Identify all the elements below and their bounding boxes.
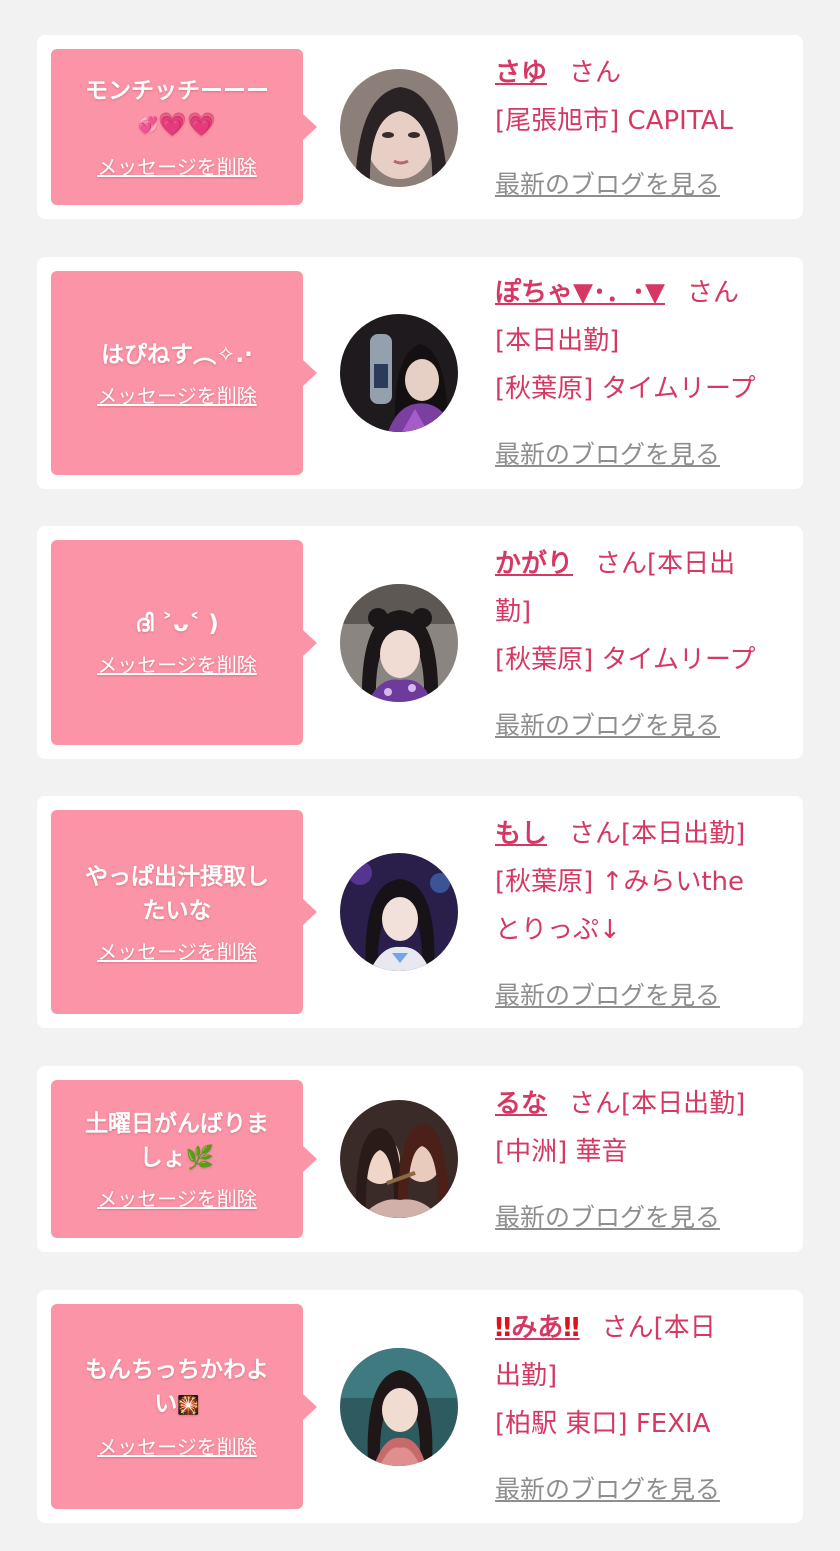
favorite-card: モンチッチーーー 💞💗💗 メッセージを削除 さゆ さん [尾張旭市] CAPITA… [37,35,803,219]
latest-blog-link[interactable]: 最新のブログを見る [495,1470,720,1506]
message-text: モンチッチーーー 💞💗💗 [85,78,269,139]
shop-info: [尾張旭市] CAPITAL [495,106,733,136]
shop-info: [秋葉原] ↑みらいthe [495,867,745,897]
delete-message-link[interactable]: メッセージを削除 [97,649,257,678]
favorite-card: もんちっちかわよ い🎇 メッセージを削除 ‼みあ‼ さん[本日 出勤] [柏駅 東口… [37,1290,803,1523]
cast-name-link[interactable]: ぽちゃ▼･．･▼ [495,278,665,308]
avatar[interactable] [340,584,458,702]
avatar[interactable] [340,1348,458,1466]
avatar[interactable] [340,69,458,187]
delete-message-link[interactable]: メッセージを削除 [97,1183,257,1212]
favorite-card: 土曜日がんばりま しょ🌿 メッセージを削除 るな さん[本日出勤] [中洲] 華音 … [37,1066,803,1252]
cast-name-link[interactable]: かがり [495,549,573,579]
message-bubble: ദി ˃ᴗ˂ ) メッセージを削除 [51,540,317,745]
honorific: さん[本日出勤] [569,819,746,849]
heart-icon: 💗💗 [158,112,216,139]
honorific: さん [569,58,622,88]
message-bubble: モンチッチーーー 💞💗💗 メッセージを削除 [51,49,317,205]
message-bubble: はぴねす︵✧.· メッセージを削除 [51,271,317,475]
message-bubble: やっぱ出汁摂取し たいな メッセージを削除 [51,810,317,1014]
message-bubble: もんちっちかわよ い🎇 メッセージを削除 [51,1304,317,1509]
shop-info: [中洲] 華音 [495,1137,628,1167]
delete-message-link[interactable]: メッセージを削除 [97,151,257,180]
latest-blog-link[interactable]: 最新のブログを見る [495,165,720,201]
message-text: ദി ˃ᴗ˂ ) [135,611,219,637]
shop-info: [柏駅 東口] FEXIA [495,1409,711,1439]
shop-info: [秋葉原] タイムリープ [495,645,756,675]
avatar[interactable] [340,1100,458,1218]
shop-info: [秋葉原] タイムリープ [495,374,756,404]
cast-name-link[interactable]: るな [495,1089,547,1119]
cast-info: もし さん[本日出勤] [秋葉原] ↑みらいthe とりっぷ↓ [495,810,791,954]
honorific: さん[本日出勤] [569,1089,746,1119]
status-text: 勤] [495,597,532,627]
message-text: 土曜日がんばりま しょ🌿 [85,1110,269,1171]
cast-info: かがり さん[本日出 勤] [秋葉原] タイムリープ [495,540,791,684]
honorific: さん[本日 [601,1313,716,1343]
message-text: やっぱ出汁摂取し たいな [85,863,269,924]
message-text: はぴねす︵✧.· [101,341,253,368]
delete-message-link[interactable]: メッセージを削除 [97,936,257,965]
message-bubble: 土曜日がんばりま しょ🌿 メッセージを削除 [51,1080,317,1238]
cast-info: るな さん[本日出勤] [中洲] 華音 [495,1080,791,1176]
exclamation-icon: ‼ [495,1313,512,1343]
latest-blog-link[interactable]: 最新のブログを見る [495,706,720,742]
avatar[interactable] [340,853,458,971]
message-text: もんちっちかわよ い🎇 [85,1357,269,1417]
favorite-card: ദി ˃ᴗ˂ ) メッセージを削除 かがり さん[本日出 勤] [秋葉原] タイム… [37,526,803,759]
avatar[interactable] [340,314,458,432]
honorific: さん [687,278,740,308]
latest-blog-link[interactable]: 最新のブログを見る [495,435,720,471]
cast-info: ぽちゃ▼･．･▼ さん [本日出勤] [秋葉原] タイムリープ [495,269,791,413]
sparkle-heart-icon: 💞 [138,115,159,135]
sparkler-icon: 🎇 [177,1395,200,1416]
delete-message-link[interactable]: メッセージを削除 [97,380,257,409]
honorific: さん[本日出 [595,549,736,579]
cast-name-link[interactable]: ‼みあ‼ [495,1313,580,1343]
cast-name-link[interactable]: さゆ [495,58,547,88]
cast-info: さゆ さん [尾張旭市] CAPITAL [495,49,791,145]
favorite-card: やっぱ出汁摂取し たいな メッセージを削除 もし さん[本日出勤] [秋葉原] ↑み… [37,796,803,1028]
exclamation-icon: ‼ [563,1313,580,1343]
latest-blog-link[interactable]: 最新のブログを見る [495,1198,720,1234]
delete-message-link[interactable]: メッセージを削除 [97,1431,257,1460]
shop-info-continued: とりっぷ↓ [495,915,621,945]
leaf-icon: 🌿 [185,1144,215,1171]
status-text: [本日出勤] [495,326,620,356]
cast-info: ‼みあ‼ さん[本日 出勤] [柏駅 東口] FEXIA [495,1304,791,1448]
favorite-card: はぴねす︵✧.· メッセージを削除 ぽちゃ▼･．･▼ さん [本日出勤] [秋葉原… [37,257,803,489]
cast-name-link[interactable]: もし [495,819,547,849]
status-text: 出勤] [495,1361,558,1391]
latest-blog-link[interactable]: 最新のブログを見る [495,976,720,1012]
